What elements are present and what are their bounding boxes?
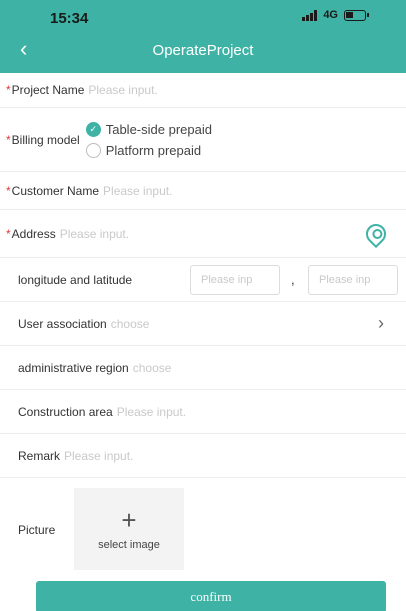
required-mark: *	[6, 226, 11, 241]
billing-option-label: Platform prepaid	[105, 142, 202, 158]
status-icons: 4G	[302, 9, 369, 21]
project-name-row[interactable]: * Project Name Please input.	[0, 73, 406, 108]
required-mark: *	[6, 132, 11, 147]
plus-icon: +	[121, 505, 137, 535]
construction-area-input[interactable]: Please input.	[117, 405, 186, 419]
billing-model-row: * Billing model ✓ Table-side prepaid Pla…	[0, 108, 406, 172]
address-row[interactable]: * Address Please input.	[0, 210, 406, 258]
longitude-input[interactable]: Please inp	[190, 265, 280, 295]
page-title: OperateProject	[152, 42, 254, 59]
confirm-button[interactable]: confirm	[36, 581, 386, 611]
billing-model-options: ✓ Table-side prepaid Platform prepaid	[85, 121, 212, 158]
customer-name-input[interactable]: Please input.	[103, 184, 172, 198]
signal-icon	[302, 9, 318, 21]
user-association-label: User association	[18, 316, 107, 331]
customer-name-row[interactable]: * Customer Name Please input.	[0, 172, 406, 210]
required-mark: *	[6, 183, 11, 198]
administrative-region-label: administrative region	[18, 360, 129, 375]
customer-name-label: Customer Name	[11, 183, 100, 198]
image-uploader[interactable]: + select image	[74, 488, 184, 570]
radio-checked-icon: ✓	[85, 121, 101, 137]
address-label: Address	[11, 226, 56, 241]
user-association-select[interactable]: choose	[111, 317, 150, 331]
remark-row[interactable]: Remark Please input.	[0, 434, 406, 478]
construction-area-label: Construction area	[18, 404, 113, 419]
required-mark: *	[6, 83, 11, 97]
latitude-input[interactable]: Please inp	[308, 265, 398, 295]
select-image-label: select image	[98, 539, 160, 551]
project-name-label: Project Name	[11, 83, 85, 97]
battery-icon	[344, 9, 369, 21]
billing-option-platform[interactable]: Platform prepaid	[85, 142, 212, 158]
billing-option-table-side[interactable]: ✓ Table-side prepaid	[85, 121, 212, 137]
user-association-row[interactable]: User association choose ›	[0, 302, 406, 346]
longitude-latitude-row: longitude and latitude Please inp , Plea…	[0, 258, 406, 302]
administrative-region-select[interactable]: choose	[133, 361, 172, 375]
billing-model-label: Billing model	[11, 132, 80, 147]
construction-area-row[interactable]: Construction area Please input.	[0, 390, 406, 434]
radio-unchecked-icon	[85, 142, 101, 158]
project-name-input[interactable]: Please input.	[88, 83, 157, 97]
administrative-region-row[interactable]: administrative region choose	[0, 346, 406, 390]
address-input[interactable]: Please input.	[60, 227, 129, 241]
network-type: 4G	[323, 9, 338, 21]
coordinate-separator: ,	[291, 272, 295, 287]
chevron-right-icon[interactable]: ›	[378, 313, 384, 334]
header: 15:34 4G ‹ OperateProject	[0, 0, 406, 73]
remark-label: Remark	[18, 448, 61, 463]
longitude-latitude-label: longitude and latitude	[18, 272, 133, 287]
picture-label: Picture	[18, 523, 56, 537]
remark-input[interactable]: Please input.	[64, 449, 133, 463]
location-pin-icon[interactable]	[361, 219, 391, 248]
status-time: 15:34	[50, 10, 89, 27]
billing-option-label: Table-side prepaid	[105, 121, 212, 137]
